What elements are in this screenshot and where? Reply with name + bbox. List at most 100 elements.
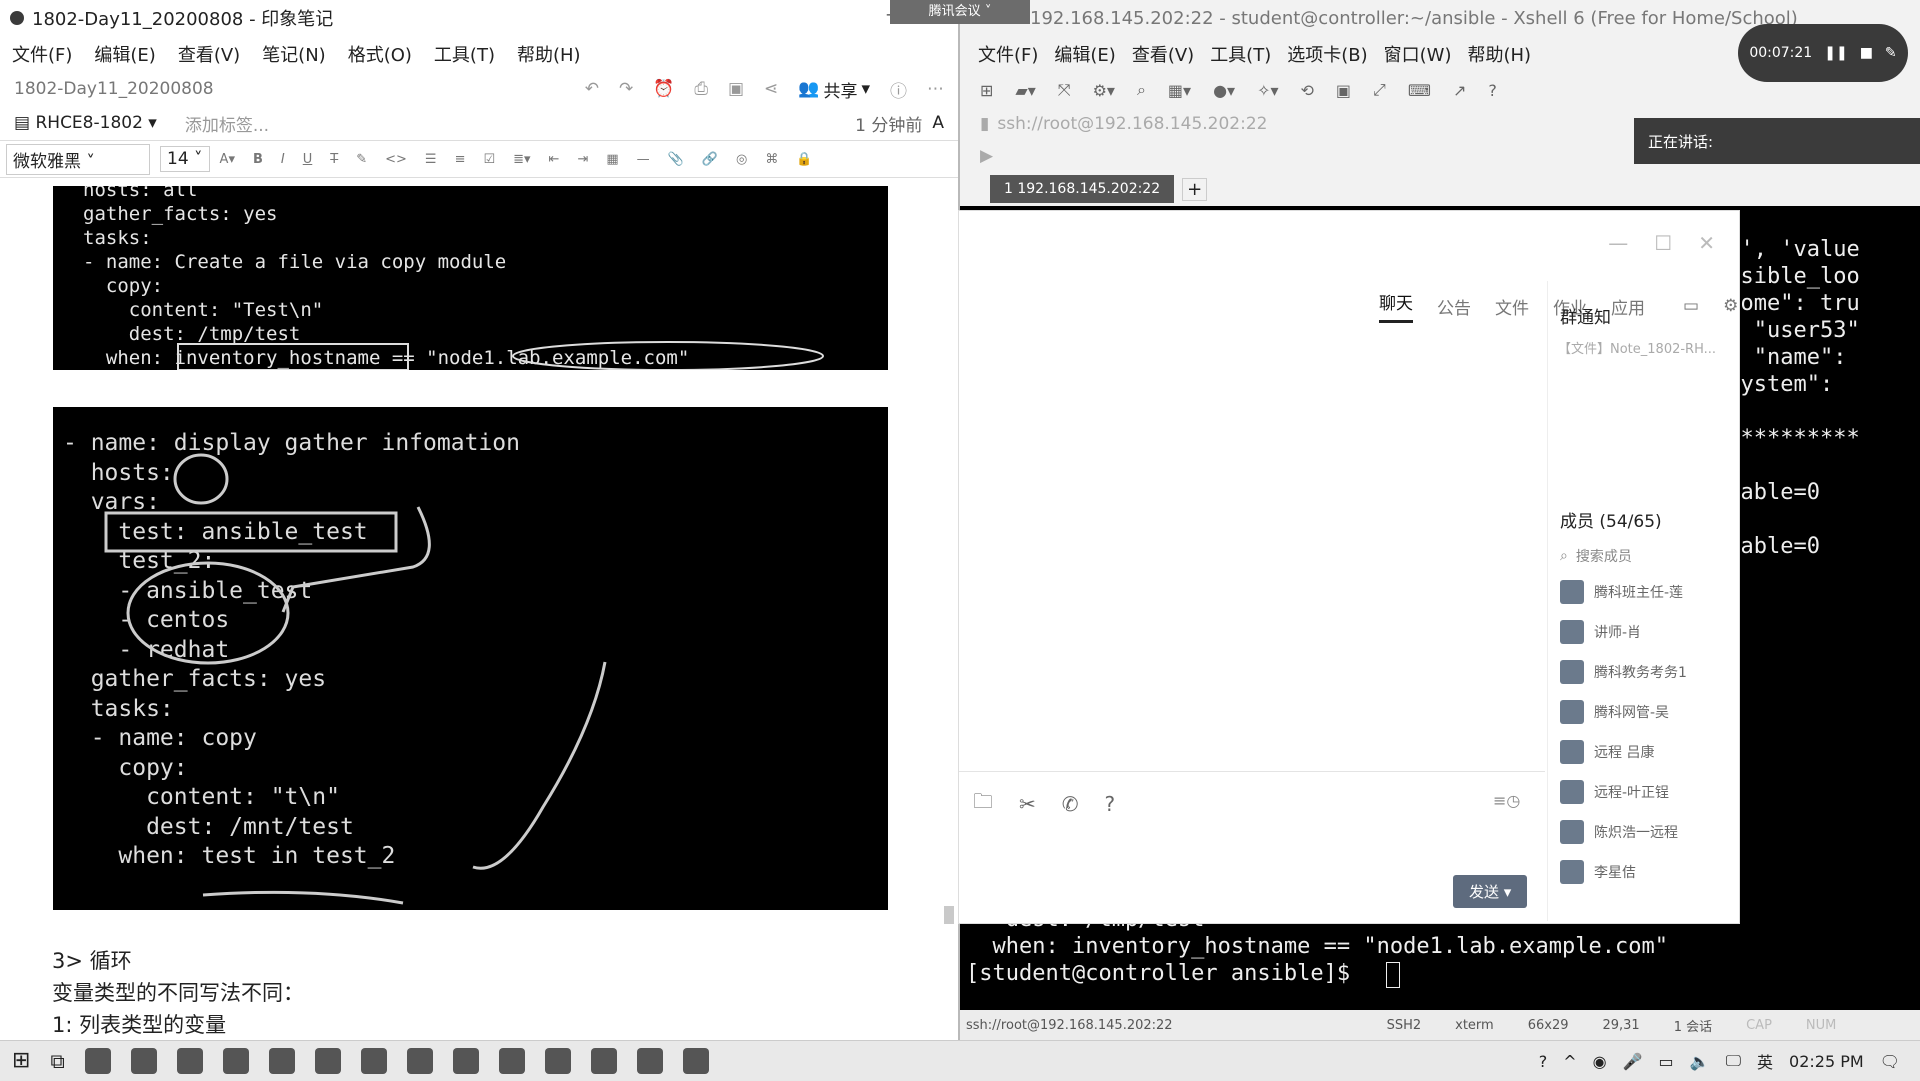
lock-screen-icon[interactable]: ▣ xyxy=(1336,81,1351,100)
volume-icon[interactable]: 🔈 xyxy=(1690,1052,1710,1071)
undo-icon[interactable]: ↶ xyxy=(585,79,599,99)
task-view-icon[interactable]: ⧉ xyxy=(50,1049,64,1073)
history-icon[interactable]: ≡◷ xyxy=(1493,791,1520,810)
app-icon[interactable] xyxy=(176,1047,203,1074)
member-item[interactable]: 陈炽浩一远程 xyxy=(1548,812,1738,852)
search-icon[interactable]: ⌕ xyxy=(1137,80,1146,100)
italic-icon[interactable]: I xyxy=(281,152,285,167)
script-icon[interactable]: ↗ xyxy=(1453,81,1466,100)
help-tray-icon[interactable]: ? xyxy=(1539,1052,1548,1071)
indent-icon[interactable]: ⇥ xyxy=(577,152,588,167)
app-icon[interactable] xyxy=(268,1047,295,1074)
underline-icon[interactable]: U xyxy=(303,152,313,167)
member-item[interactable]: 腾科教务考务1 xyxy=(1548,652,1738,692)
screenshot-icon[interactable]: ✂ xyxy=(1019,792,1036,816)
present-icon[interactable]: ▣ xyxy=(728,79,744,99)
folder-icon[interactable]: 🗀 xyxy=(973,787,993,821)
send-button[interactable]: 发送 ▾ xyxy=(1453,875,1528,908)
reminder-icon[interactable]: ⏰ xyxy=(653,79,674,99)
member-item[interactable]: 李星佶 xyxy=(1548,852,1738,892)
app-icon[interactable] xyxy=(498,1047,525,1074)
divider-icon[interactable]: — xyxy=(637,152,650,167)
clear-format-icon[interactable]: ⌘ xyxy=(765,152,778,167)
print-icon[interactable]: ⎙ xyxy=(694,79,708,99)
windows-start-icon[interactable]: ⊞ xyxy=(12,1048,30,1073)
layout-icon[interactable]: ▦▾ xyxy=(1168,81,1191,100)
edge-icon[interactable] xyxy=(222,1047,249,1074)
disconnect-icon[interactable]: ⤧ xyxy=(1058,80,1071,100)
member-item[interactable]: 远程 吕康 xyxy=(1548,732,1738,772)
globe-icon[interactable]: ●▾ xyxy=(1213,81,1235,100)
app-icon[interactable] xyxy=(590,1047,617,1074)
link-icon[interactable]: 🔗 xyxy=(702,152,718,167)
chat-maximize-icon[interactable]: ☐ xyxy=(1654,231,1672,255)
app-icon[interactable] xyxy=(314,1047,341,1074)
tab-announcement[interactable]: 公告 xyxy=(1437,294,1471,319)
tab-chat[interactable]: 聊天 xyxy=(1379,289,1413,323)
font-size-select[interactable]: 14 ˅ xyxy=(160,146,210,172)
stop-icon[interactable]: ■ xyxy=(1860,45,1873,61)
sftp-icon[interactable]: ⟲ xyxy=(1301,81,1314,100)
highlight-tool-icon[interactable]: ✧▾ xyxy=(1257,81,1278,100)
mic-icon[interactable]: 🎤 xyxy=(1623,1052,1643,1071)
outdent-icon[interactable]: ⇤ xyxy=(549,152,560,167)
xs-menu-file[interactable]: 文件(F) xyxy=(978,41,1038,67)
lock-icon[interactable]: 🔒 xyxy=(796,152,812,167)
member-search[interactable]: ⌕ 搜索成员 xyxy=(1560,546,1738,566)
info-icon[interactable]: ⓘ xyxy=(890,77,907,102)
font-family-select[interactable]: 微软雅黑 ˅ xyxy=(6,143,150,175)
font-style-icon[interactable]: A xyxy=(932,113,944,133)
file-explorer-icon[interactable] xyxy=(130,1047,157,1074)
member-item[interactable]: 腾科网管-吴 xyxy=(1548,692,1738,732)
align-icon[interactable]: ≣▾ xyxy=(513,152,530,167)
menu-edit[interactable]: 编辑(E) xyxy=(92,41,157,67)
strikethrough-icon[interactable]: T xyxy=(330,152,338,167)
numbered-list-icon[interactable]: ≡ xyxy=(455,152,466,167)
display-icon[interactable]: 🖵 xyxy=(1726,1051,1741,1071)
app-icon[interactable] xyxy=(682,1047,709,1074)
pen-icon[interactable]: ✎ xyxy=(1885,45,1897,61)
notebook-selector[interactable]: ▤ RHCE8-1802 ▾ xyxy=(14,113,157,133)
member-item[interactable]: 远程-叶正锃 xyxy=(1548,772,1738,812)
app-icon[interactable] xyxy=(452,1047,479,1074)
bold-icon[interactable]: B xyxy=(253,152,263,167)
share-button[interactable]: 👥 共享 ▾ xyxy=(798,77,870,102)
xs-menu-edit[interactable]: 编辑(E) xyxy=(1054,41,1115,67)
address-input[interactable]: ssh://root@192.168.145.202:22 xyxy=(997,114,1267,134)
pause-icon[interactable]: ❚❚ xyxy=(1824,45,1847,61)
tab-files[interactable]: 文件 xyxy=(1495,294,1529,319)
xs-menu-tools[interactable]: 工具(T) xyxy=(1210,41,1271,67)
session-tab-1[interactable]: 1 192.168.145.202:22 xyxy=(990,175,1175,203)
meeting-tab[interactable]: 腾讯会议 ˅ xyxy=(890,0,1030,24)
phone-icon[interactable]: ✆ xyxy=(1062,792,1079,816)
more-icon[interactable]: ⋯ xyxy=(927,79,944,99)
xs-menu-help[interactable]: 帮助(H) xyxy=(1467,41,1531,67)
add-tag-input[interactable]: 添加标签... xyxy=(185,111,269,136)
menu-note[interactable]: 笔记(N) xyxy=(260,41,328,67)
note-scrollbar[interactable] xyxy=(944,906,954,924)
group-notice-text[interactable]: 【文件】Note_1802-RH... xyxy=(1558,338,1738,357)
settings-icon[interactable]: ⚙▾ xyxy=(1093,81,1115,100)
fullscreen-icon[interactable]: ⤢ xyxy=(1373,80,1386,100)
chevron-up-icon[interactable]: ^ xyxy=(1563,1052,1576,1071)
new-tab-button[interactable]: + xyxy=(1182,177,1208,201)
redo-icon[interactable]: ↷ xyxy=(619,79,633,99)
open-icon[interactable]: ▰▾ xyxy=(1015,81,1035,100)
notification-icon[interactable]: 🗨 xyxy=(1880,1052,1900,1071)
app-icon[interactable] xyxy=(406,1047,433,1074)
keyboard-icon[interactable]: ⌨ xyxy=(1408,81,1431,100)
member-item[interactable]: 讲师-肖 xyxy=(1548,612,1738,652)
menu-file[interactable]: 文件(F) xyxy=(10,41,74,67)
member-item[interactable]: 腾科班主任-莲 xyxy=(1548,572,1738,612)
menu-help[interactable]: 帮助(H) xyxy=(515,41,583,67)
question-icon[interactable]: ? xyxy=(1105,792,1116,816)
text-color-icon[interactable]: A▾ xyxy=(220,152,235,167)
chat-minimize-icon[interactable]: — xyxy=(1608,231,1628,255)
bullet-list-icon[interactable]: ☰ xyxy=(425,152,437,167)
app-icon[interactable] xyxy=(636,1047,663,1074)
chat-close-icon[interactable]: ✕ xyxy=(1698,231,1715,255)
share-icon[interactable]: ⋖ xyxy=(764,79,778,99)
clock[interactable]: 02:25 PM xyxy=(1789,1052,1864,1071)
record-icon[interactable]: ◎ xyxy=(736,152,747,167)
network-tray-icon[interactable]: ◉ xyxy=(1593,1052,1607,1071)
